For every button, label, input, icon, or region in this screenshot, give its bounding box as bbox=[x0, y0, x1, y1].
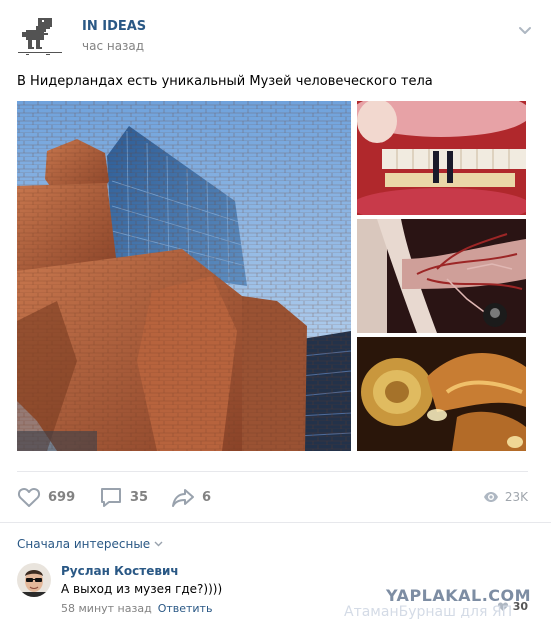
comment-meta: 58 минут назад Ответить bbox=[61, 602, 212, 615]
share-count: 6 bbox=[202, 489, 212, 505]
views-count: 23K bbox=[504, 490, 528, 504]
watermark-author: АтаманБурнаш для ЯП bbox=[344, 604, 513, 620]
lungs-bronchi-photo[interactable] bbox=[357, 219, 526, 333]
comment-text: А выход из музея где?)))) bbox=[61, 582, 223, 596]
chevron-down-icon bbox=[154, 541, 163, 547]
comment-author[interactable]: Руслан Костевич bbox=[61, 564, 179, 578]
comment-time[interactable]: 58 минут назад bbox=[61, 602, 152, 615]
post-author[interactable]: IN IDEAS bbox=[82, 19, 146, 34]
museum-building-photo[interactable] bbox=[17, 101, 351, 451]
eye-icon bbox=[483, 492, 498, 502]
post-actions: 699 35 6 23K bbox=[17, 484, 528, 510]
comments-sort-dropdown[interactable]: Сначала интересные bbox=[17, 537, 163, 551]
mouth-teeth-photo[interactable] bbox=[357, 101, 526, 215]
comments-sort-label: Сначала интересные bbox=[17, 537, 151, 551]
share-icon bbox=[172, 489, 194, 507]
reply-button[interactable]: Ответить bbox=[158, 602, 213, 615]
comment-button[interactable]: 35 bbox=[99, 484, 148, 510]
post-text: В Нидерландах есть уникальный Музей чело… bbox=[17, 74, 433, 89]
like-count: 699 bbox=[48, 489, 76, 505]
dino-icon[interactable] bbox=[16, 16, 66, 56]
views-counter: 23K bbox=[483, 484, 528, 510]
separator bbox=[17, 471, 528, 472]
inner-ear-photo[interactable] bbox=[357, 337, 526, 451]
comment-icon bbox=[101, 488, 121, 507]
watermark-site: YAPLAKAL.COM bbox=[386, 586, 532, 605]
post-time[interactable]: час назад bbox=[82, 39, 144, 53]
chevron-down-icon[interactable] bbox=[517, 22, 533, 38]
post-header: IN IDEAS час назад bbox=[16, 14, 535, 60]
avatar[interactable] bbox=[17, 563, 51, 597]
share-button[interactable]: 6 bbox=[171, 484, 211, 510]
comment-count: 35 bbox=[130, 489, 149, 505]
heart-icon bbox=[17, 488, 41, 507]
separator bbox=[0, 522, 551, 523]
like-button[interactable]: 699 bbox=[17, 484, 75, 510]
